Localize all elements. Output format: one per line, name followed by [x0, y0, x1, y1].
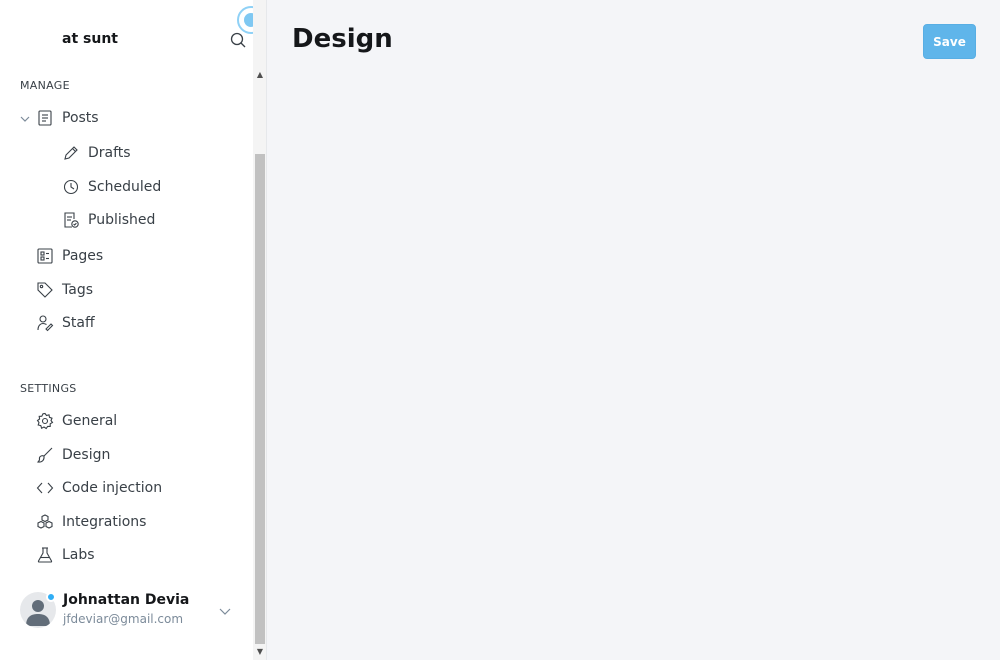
sidebar-item-label: General [62, 413, 118, 429]
sidebar-item-drafts[interactable]: Drafts [62, 142, 131, 164]
gear-icon [36, 412, 54, 430]
sidebar-item-posts[interactable]: Posts [36, 107, 99, 129]
sidebar-item-label: Drafts [88, 145, 131, 161]
posts-icon [38, 110, 52, 126]
sidebar-item-label: Posts [62, 110, 99, 126]
search-icon[interactable] [229, 31, 247, 49]
sidebar-scrollbar[interactable]: ▲ ▼ [253, 0, 267, 660]
sidebar-item-scheduled[interactable]: Scheduled [62, 176, 161, 198]
sidebar-item-label: Design [62, 447, 111, 463]
scroll-down-icon[interactable]: ▼ [253, 645, 267, 659]
chevron-down-icon[interactable] [218, 604, 232, 618]
flask-icon [37, 547, 53, 563]
scroll-thumb[interactable] [255, 154, 265, 644]
integrations-icon [37, 514, 53, 529]
sidebar-item-code-injection[interactable]: Code injection [36, 477, 162, 499]
sidebar-item-staff[interactable]: Staff [36, 312, 95, 334]
sidebar-item-label: Published [88, 212, 156, 228]
sidebar-item-label: Staff [62, 315, 95, 331]
tag-icon [37, 282, 53, 298]
user-menu[interactable]: Johnattan Devia jfdeviar@gmail.com [20, 592, 245, 628]
sidebar: at sunt MANAGE Posts Drafts Scheduled Pu… [0, 0, 265, 660]
user-email: jfdeviar@gmail.com [63, 612, 184, 626]
user-name: Johnattan Devia [63, 592, 190, 608]
sidebar-item-labs[interactable]: Labs [36, 544, 95, 566]
page-title: Design [292, 24, 393, 54]
sidebar-item-label: Scheduled [88, 179, 162, 195]
sidebar-item-pages[interactable]: Pages [36, 245, 103, 267]
scroll-up-icon[interactable]: ▲ [253, 68, 267, 82]
main-content: Design Save [268, 0, 1000, 660]
clock-icon [63, 179, 79, 195]
sidebar-item-tags[interactable]: Tags [36, 279, 93, 301]
brush-icon [36, 447, 53, 463]
sidebar-item-label: Labs [62, 547, 95, 563]
sidebar-item-general[interactable]: General [36, 410, 117, 432]
sidebar-item-integrations[interactable]: Integrations [36, 511, 146, 533]
sidebar-item-design[interactable]: Design [36, 444, 110, 466]
sidebar-item-label: Pages [62, 248, 104, 264]
site-title[interactable]: at sunt [62, 31, 118, 47]
sidebar-item-label: Code injection [62, 480, 163, 496]
chevron-down-icon[interactable] [19, 113, 31, 125]
published-icon [64, 212, 79, 228]
settings-heading: SETTINGS [20, 382, 77, 395]
save-button[interactable]: Save [923, 24, 976, 59]
pages-icon [37, 248, 53, 264]
sidebar-item-published[interactable]: Published [62, 209, 155, 231]
manage-heading: MANAGE [20, 79, 70, 92]
sidebar-item-label: Tags [62, 282, 93, 298]
code-icon [36, 482, 54, 494]
staff-icon [37, 315, 54, 332]
pencil-icon [64, 146, 78, 160]
sidebar-item-label: Integrations [62, 514, 147, 530]
status-indicator [46, 592, 56, 602]
